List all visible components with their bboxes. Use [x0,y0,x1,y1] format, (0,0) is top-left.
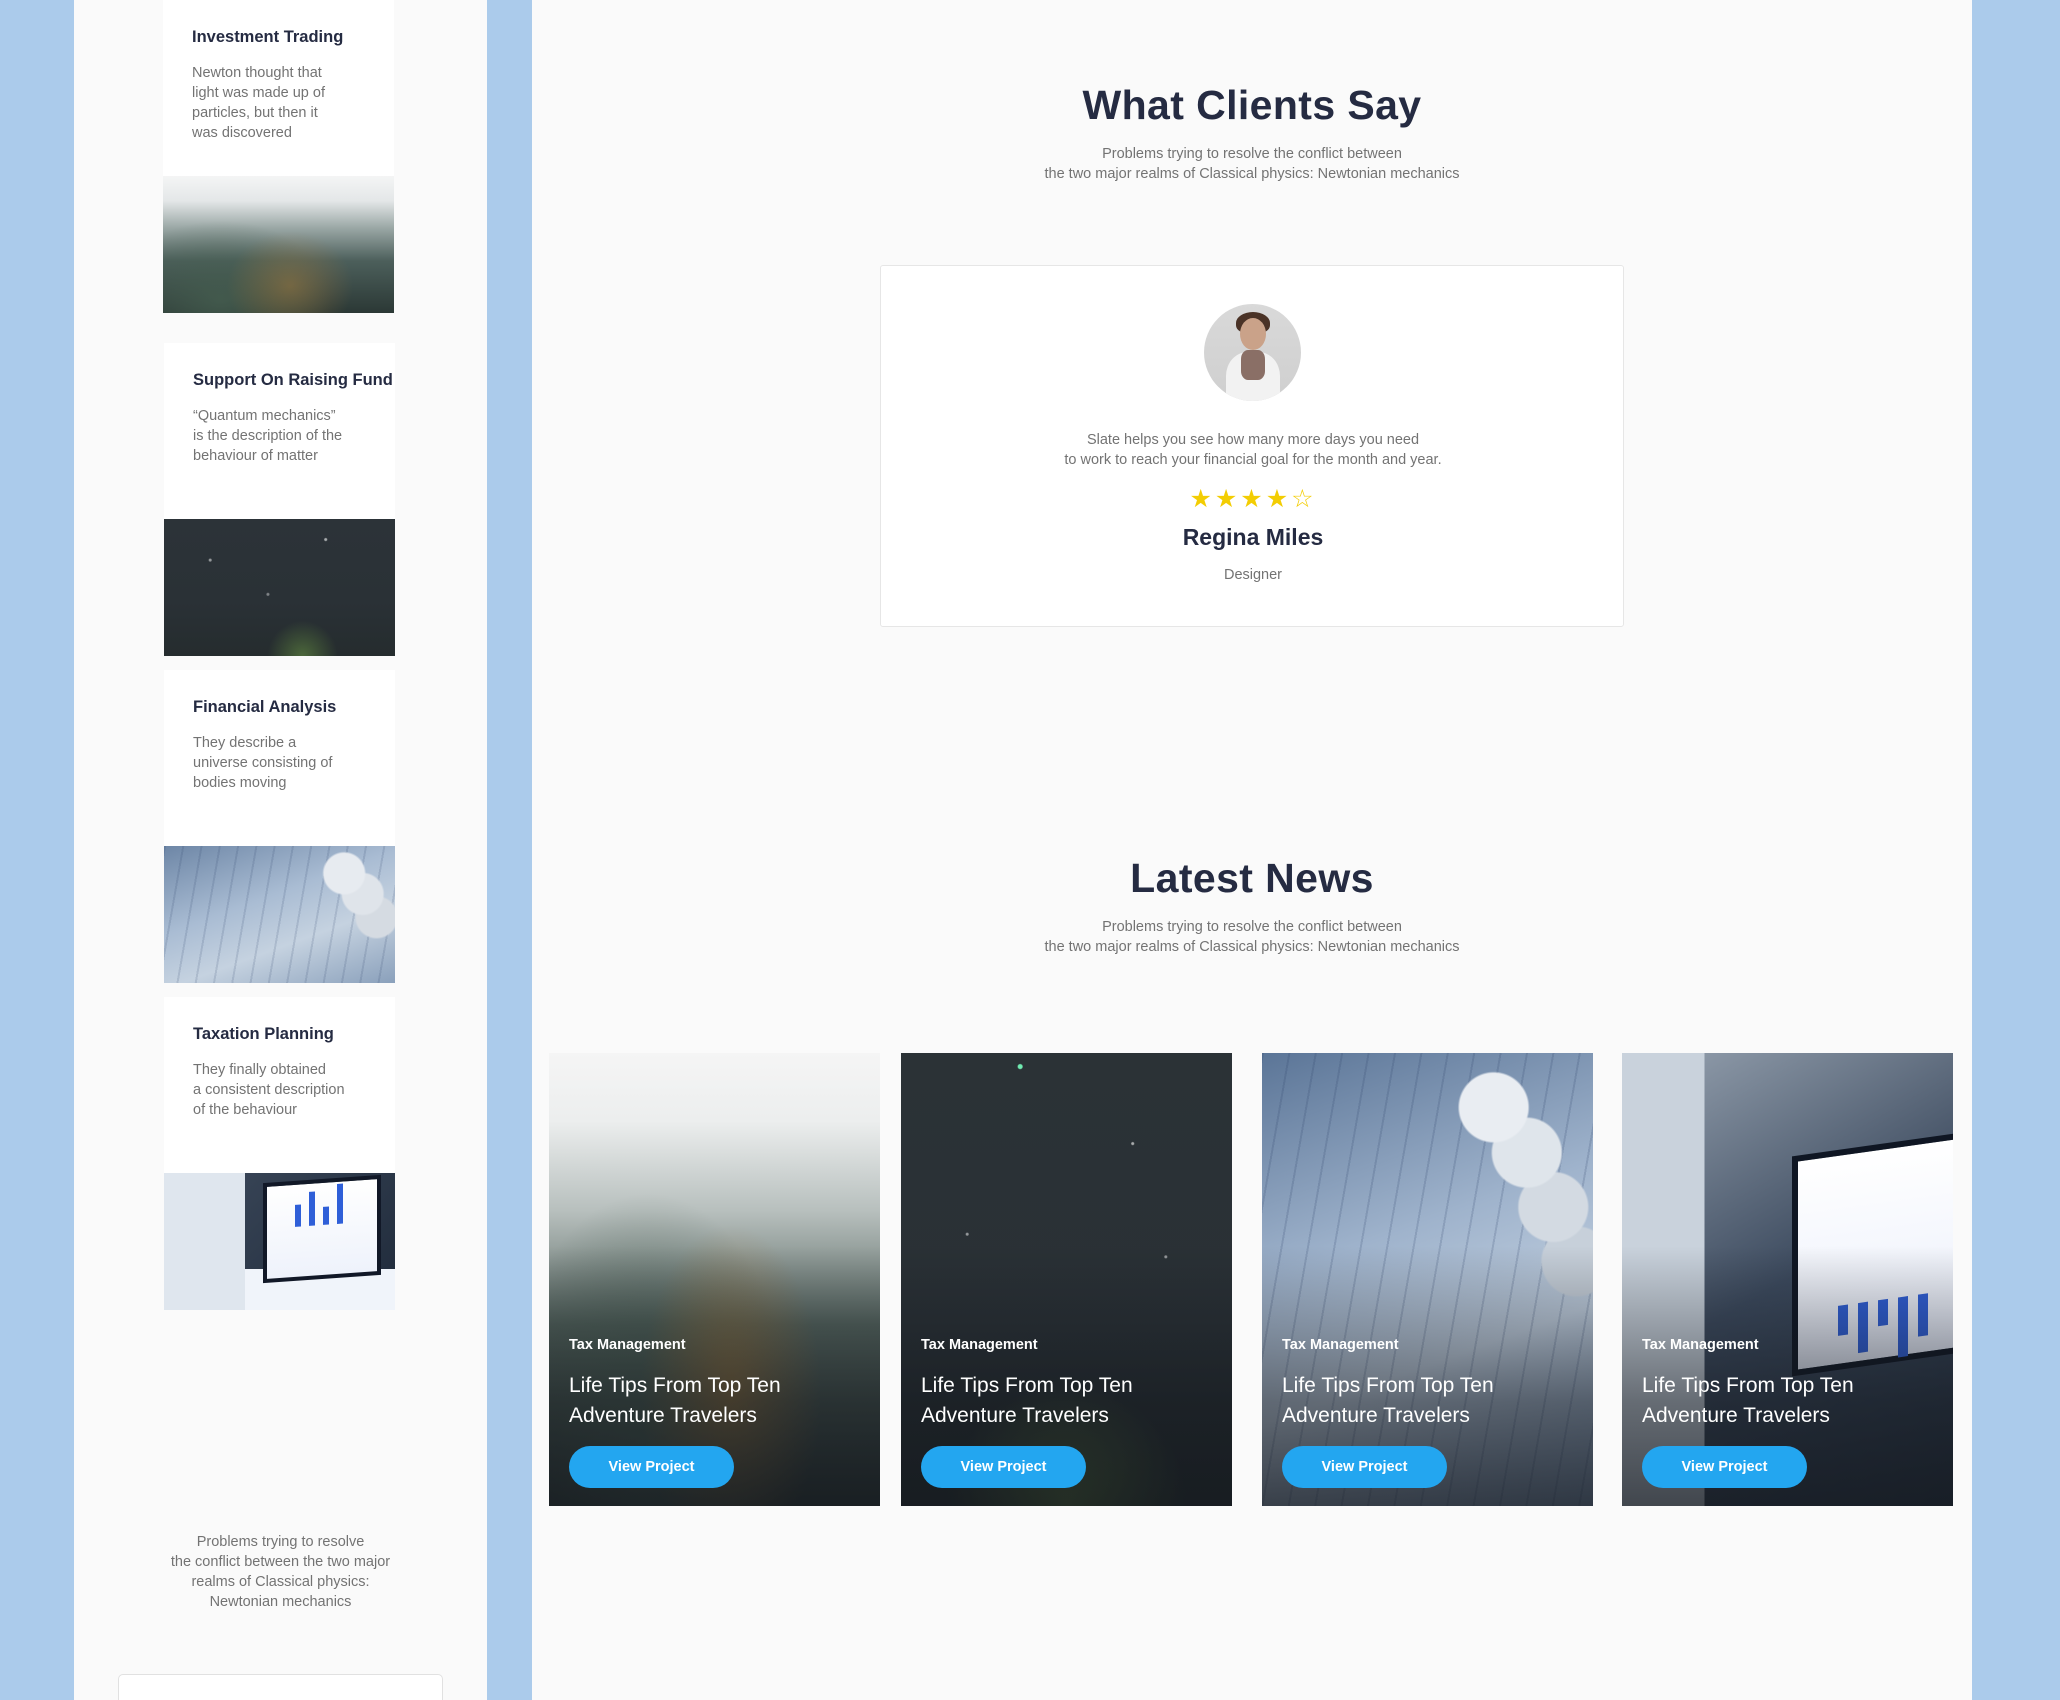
news-category: Tax Management [569,1337,686,1353]
testimonial-quote: Slate helps you see how many more days y… [1064,432,1442,468]
news-title[interactable]: Life Tips From Top Ten Adventure Travele… [569,1371,849,1431]
view-project-button[interactable]: View Project [1282,1446,1447,1488]
star-rating-icon: ★★★★☆ [1189,485,1317,513]
news-card[interactable]: Tax Management Life Tips From Top Ten Ad… [549,1053,880,1506]
news-title[interactable]: Life Tips From Top Ten Adventure Travele… [1642,1371,1922,1431]
chart-bar [295,1204,301,1227]
testimonials-heading: What Clients Say [1082,82,1422,128]
service-card-body: Investment Trading Newton thought that l… [163,0,394,176]
news-card[interactable]: Tax Management Life Tips From Top Ten Ad… [901,1053,1232,1506]
news-heading: Latest News [1130,855,1374,901]
news-category: Tax Management [921,1337,1038,1353]
reviewer-role: Designer [1223,567,1283,583]
news-title[interactable]: Life Tips From Top Ten Adventure Travele… [1282,1371,1562,1431]
left-panel: Investment Trading Newton thought that l… [74,0,487,1700]
testimonials-subtitle: Problems trying to resolve the conflict … [1044,146,1460,182]
news-card[interactable]: Tax Management Life Tips From Top Ten Ad… [1262,1053,1593,1506]
news-category: Tax Management [1282,1337,1399,1353]
left-footer-text: Problems trying to resolve the conflict … [170,1534,391,1610]
news-category: Tax Management [1642,1337,1759,1353]
service-title: Taxation Planning [193,1025,334,1043]
avatar [1204,304,1301,401]
view-project-button[interactable]: View Project [569,1446,734,1488]
coins-chart-image [164,846,395,983]
tablet-screen [263,1174,381,1284]
service-card[interactable]: Support On Raising Fund “Quantum mechani… [164,343,395,656]
left-input-box[interactable] [118,1674,443,1700]
night-sky-image [164,519,395,656]
misty-forest-image [163,176,394,313]
service-title: Investment Trading [192,28,344,46]
service-card-body: Support On Raising Fund “Quantum mechani… [164,343,395,519]
view-project-button[interactable]: View Project [1642,1446,1807,1488]
service-card[interactable]: Investment Trading Newton thought that l… [163,0,394,313]
avatar-scarf [1241,350,1265,380]
service-card[interactable]: Taxation Planning They finally obtained … [164,997,395,1310]
testimonial-card: Slate helps you see how many more days y… [880,265,1624,627]
service-description: They finally obtained a consistent descr… [193,1062,345,1118]
service-description: They describe a universe consisting of b… [193,735,333,791]
service-card-body: Taxation Planning They finally obtained … [164,997,395,1173]
news-card[interactable]: Tax Management Life Tips From Top Ten Ad… [1622,1053,1953,1506]
main-panel: What Clients Say Problems trying to reso… [532,0,1972,1700]
service-description: Newton thought that light was made up of… [192,65,325,141]
service-card-body: Financial Analysis They describe a unive… [164,670,395,846]
chart-bar [323,1206,329,1225]
news-subtitle: Problems trying to resolve the conflict … [1044,919,1460,955]
reviewer-name: Regina Miles [1182,524,1324,550]
chart-bar [337,1183,343,1224]
avatar-face [1240,318,1266,350]
service-title: Support On Raising Fund [193,371,393,389]
view-project-button[interactable]: View Project [921,1446,1086,1488]
service-title: Financial Analysis [193,698,337,716]
service-description: “Quantum mechanics” is the description o… [193,408,343,464]
tablet-analytics-image [164,1173,395,1310]
service-card[interactable]: Financial Analysis They describe a unive… [164,670,395,983]
news-title[interactable]: Life Tips From Top Ten Adventure Travele… [921,1371,1201,1431]
chart-bar [309,1191,315,1226]
